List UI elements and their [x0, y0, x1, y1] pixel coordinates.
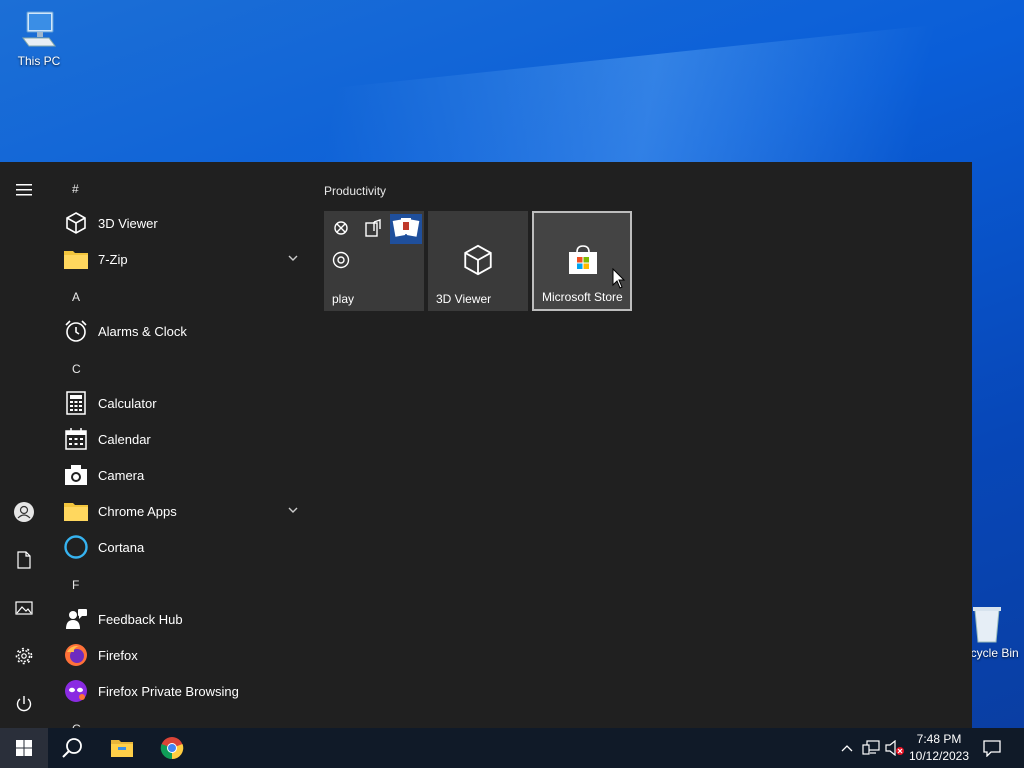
tile-label: Microsoft Store	[542, 290, 623, 304]
user-account-button[interactable]	[0, 488, 48, 536]
app-label: Calculator	[98, 395, 157, 411]
taskbar-clock[interactable]: 7:48 PM 10/12/2023	[905, 731, 973, 765]
app-label: 7-Zip	[98, 251, 128, 267]
app-label: Chrome Apps	[98, 503, 177, 519]
app-label: Feedback Hub	[98, 611, 183, 627]
app-item-firefox-private-browsing[interactable]: Firefox Private Browsing	[60, 673, 310, 709]
calendar-icon	[62, 425, 90, 453]
desktop-icon-label: This PC	[17, 54, 61, 68]
app-label: 3D Viewer	[98, 215, 158, 231]
clock-date: 10/12/2023	[908, 749, 970, 763]
app-item-calculator[interactable]: Calculator	[60, 385, 310, 421]
chrome-icon	[160, 737, 184, 760]
start-button[interactable]	[0, 728, 48, 768]
app-item-camera[interactable]: Camera	[60, 457, 310, 493]
app-item-alarms-clock[interactable]: Alarms & Clock	[60, 313, 310, 349]
network-icon	[862, 740, 880, 755]
xbox-icon	[334, 221, 348, 235]
computer-icon	[17, 8, 61, 52]
group-header-a[interactable]: A	[72, 290, 80, 304]
settings-button[interactable]	[0, 632, 48, 680]
user-icon	[14, 502, 34, 522]
app-item-7-zip[interactable]: 7-Zip	[60, 241, 310, 277]
feedback-hub-icon	[62, 605, 90, 633]
app-item-cortana[interactable]: Cortana	[60, 529, 310, 565]
documents-button[interactable]	[0, 536, 48, 584]
app-label: Camera	[98, 467, 145, 483]
file-explorer-button[interactable]	[98, 728, 146, 768]
3d-viewer-icon	[464, 244, 492, 276]
app-label: Alarms & Clock	[98, 323, 187, 339]
chrome-button[interactable]	[148, 728, 196, 768]
show-hidden-icons-button[interactable]	[838, 728, 856, 768]
microsoft-store-icon	[569, 245, 597, 274]
group-header-c[interactable]: C	[72, 362, 81, 376]
start-menu: # 3D Viewer 7-Zip A Alarms & Clock C Cal…	[0, 162, 972, 728]
app-label: Cortana	[98, 539, 145, 555]
search-icon	[62, 738, 82, 758]
3d-viewer-icon	[62, 209, 90, 237]
expand-menu-button[interactable]	[0, 166, 48, 214]
tile-label: play	[332, 292, 355, 306]
settings-icon	[15, 647, 33, 665]
clock-time: 7:48 PM	[916, 732, 962, 746]
tile-microsoft-store[interactable]: Microsoft Store	[532, 211, 632, 311]
app-item-calendar[interactable]: Calendar	[60, 421, 310, 457]
app-label: Firefox	[98, 647, 138, 663]
folder-icon	[62, 497, 90, 525]
documents-icon	[17, 551, 31, 569]
file-explorer-icon	[111, 740, 133, 757]
alarm-clock-icon	[62, 317, 90, 345]
group-header-f[interactable]: F	[72, 578, 79, 592]
action-center-button[interactable]	[976, 728, 1008, 768]
app-item-3d-viewer[interactable]: 3D Viewer	[60, 205, 310, 241]
pictures-icon	[15, 601, 33, 615]
app-item-firefox[interactable]: Firefox	[60, 637, 310, 673]
notifications-icon	[983, 740, 1001, 757]
volume-muted-icon	[885, 740, 904, 756]
chevron-down-icon[interactable]	[286, 503, 300, 517]
folder-icon	[62, 245, 90, 273]
app-label: Firefox Private Browsing	[98, 683, 239, 699]
tile-group-title[interactable]: Productivity	[324, 184, 386, 198]
power-button[interactable]	[0, 680, 48, 728]
taskbar: 7:48 PM 10/12/2023	[0, 728, 1024, 768]
camera-icon	[62, 461, 90, 489]
tile-play-folder[interactable]: play	[324, 211, 424, 311]
pictures-button[interactable]	[0, 584, 48, 632]
search-button[interactable]	[48, 728, 96, 768]
firefox-icon	[62, 641, 90, 669]
solitaire-icon	[390, 214, 422, 244]
app-label: Calendar	[98, 431, 151, 447]
chevron-down-icon[interactable]	[286, 251, 300, 265]
app-item-feedback-hub[interactable]: Feedback Hub	[60, 601, 310, 637]
windows-logo-icon	[16, 740, 32, 756]
volume-button[interactable]	[884, 728, 906, 768]
network-button[interactable]	[860, 728, 882, 768]
app-item-chrome-apps[interactable]: Chrome Apps	[60, 493, 310, 529]
calculator-icon	[62, 389, 90, 417]
app-list: # 3D Viewer 7-Zip A Alarms & Clock C Cal…	[48, 162, 310, 728]
mouse-cursor-icon	[612, 268, 626, 289]
groove-music-icon	[365, 219, 381, 237]
chevron-up-icon	[841, 745, 853, 752]
start-rail	[0, 162, 48, 728]
movies-tv-icon	[332, 251, 350, 269]
tile-3d-viewer[interactable]: 3D Viewer	[428, 211, 528, 311]
power-icon	[16, 696, 32, 712]
group-header-hash[interactable]: #	[72, 182, 79, 196]
firefox-private-icon	[62, 677, 90, 705]
desktop-icon-this-pc[interactable]: This PC	[0, 8, 78, 68]
tile-label: 3D Viewer	[436, 292, 492, 306]
cortana-icon	[62, 533, 90, 561]
menu-icon	[16, 184, 32, 196]
